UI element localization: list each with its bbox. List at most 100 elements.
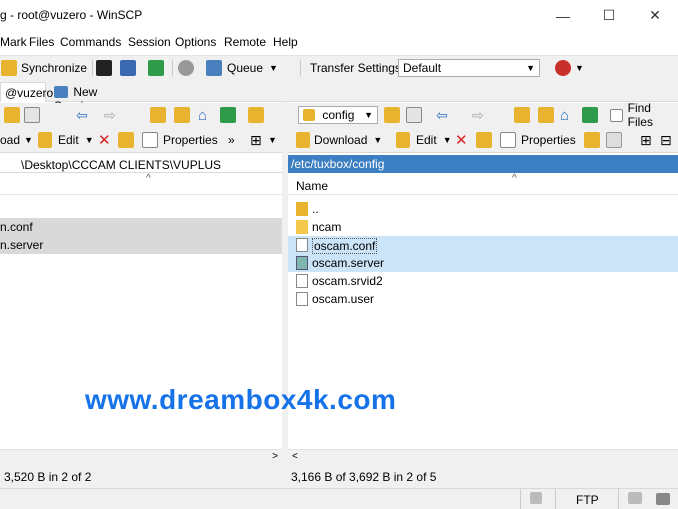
left-filter-button[interactable] xyxy=(24,106,40,124)
left-folder-button[interactable] xyxy=(4,106,20,124)
left-path-bar[interactable]: \Desktop\CCCAM CLIENTS\VUPLUS ZERO\oscam xyxy=(0,155,282,186)
left-download-button[interactable]: oad ▼ xyxy=(0,131,33,149)
rename-icon xyxy=(118,132,134,148)
left-back-button[interactable]: ⇦ xyxy=(76,106,88,124)
find-files-button[interactable]: Find Files xyxy=(610,101,678,129)
menu-help[interactable]: Help xyxy=(273,35,298,49)
synchronize-icon xyxy=(1,60,17,76)
transfer-settings-select[interactable]: Default ▼ xyxy=(398,59,540,77)
left-delete-button[interactable]: ✕ xyxy=(98,131,111,149)
console-button[interactable] xyxy=(96,59,112,77)
left-rename-button[interactable] xyxy=(118,131,134,149)
right-file-name: oscam.server xyxy=(312,256,385,270)
right-file-row[interactable]: oscam.conf xyxy=(288,236,678,254)
status-separator xyxy=(618,489,619,509)
left-properties-button[interactable]: Properties xyxy=(142,131,218,149)
title-bar: g - root@vuzero - WinSCP — ☐ ✕ xyxy=(0,0,678,31)
left-more-arrow[interactable]: ▼ xyxy=(268,131,277,149)
path-redacted xyxy=(3,157,21,169)
menu-options[interactable]: Options xyxy=(175,35,216,49)
left-edit-button[interactable]: Edit ▼ xyxy=(38,131,94,149)
chevron-down-icon: ▼ xyxy=(575,63,584,73)
left-tree-button[interactable] xyxy=(248,106,264,124)
right-filter-button[interactable] xyxy=(406,106,422,124)
transfer-options-button[interactable]: ▼ xyxy=(555,59,584,77)
left-file-row[interactable]: n.conf xyxy=(0,218,282,236)
bottom-status-bar: FTP xyxy=(0,488,678,509)
right-file-row[interactable]: oscam.server xyxy=(288,254,678,272)
left-file-toolbar: oad ▼ Edit ▼ ✕ Properties » ⊞ ▼ xyxy=(0,128,282,153)
right-parent-dir-button[interactable] xyxy=(514,106,530,124)
left-new-button[interactable]: ⊞ xyxy=(250,131,262,149)
right-file-row-parent[interactable]: .. xyxy=(288,200,678,218)
right-new-folder-button[interactable] xyxy=(584,131,600,149)
left-file-name: n.conf xyxy=(0,220,33,234)
left-parent-dir-button[interactable] xyxy=(150,106,166,124)
left-home-button[interactable]: ⌂ xyxy=(198,106,207,124)
parent-dir-icon xyxy=(296,202,308,216)
right-file-row[interactable]: oscam.srvid2 xyxy=(288,272,678,290)
right-unselect-button[interactable]: ⊟ xyxy=(660,131,672,149)
left-horizontal-scrollbar[interactable]: > xyxy=(0,449,282,466)
synchronize-label: Synchronize xyxy=(21,61,88,75)
minus-icon: ⊟ xyxy=(660,131,672,148)
left-forward-button[interactable]: ⇨ xyxy=(104,106,116,124)
maximize-button[interactable]: ☐ xyxy=(586,0,632,31)
left-column-header[interactable] xyxy=(0,173,282,195)
right-file-row[interactable]: ncam xyxy=(288,218,678,236)
right-horizontal-scrollbar[interactable]: < xyxy=(288,449,678,466)
left-more-button[interactable]: » xyxy=(228,131,235,149)
refresh-icon xyxy=(220,107,236,123)
network-icon xyxy=(628,492,642,504)
right-edit-label: Edit xyxy=(416,133,437,147)
right-home-button[interactable]: ⌂ xyxy=(560,106,569,124)
left-status-text: 3,520 B in 2 of 2 xyxy=(4,470,92,484)
menu-session[interactable]: Session xyxy=(128,35,171,49)
synchronize-button[interactable]: Synchronize xyxy=(1,59,87,77)
right-select-button[interactable]: ⊞ xyxy=(640,131,652,149)
menu-files[interactable]: Files xyxy=(29,35,54,49)
menu-commands[interactable]: Commands xyxy=(60,35,121,49)
right-folder-button[interactable] xyxy=(384,106,400,124)
right-dir-select[interactable]: config ▼ xyxy=(298,106,378,124)
menu-remote[interactable]: Remote xyxy=(224,35,266,49)
preferences-button[interactable] xyxy=(178,59,194,77)
putty-button[interactable] xyxy=(120,59,136,77)
right-properties-button[interactable]: Properties xyxy=(500,131,576,149)
right-delete-button[interactable]: ✕ xyxy=(455,131,468,149)
chevron-down-icon: ▼ xyxy=(268,135,277,145)
delete-icon: ✕ xyxy=(455,132,468,149)
transfer-options-icon xyxy=(555,60,571,76)
left-file-row[interactable]: n.server xyxy=(0,236,282,254)
right-nav-toolbar: config ▼ ⇦ ⇨ ⌂ Find Files xyxy=(288,101,678,129)
menu-mark[interactable]: Mark xyxy=(0,35,27,49)
right-edit-button[interactable]: Edit ▼ xyxy=(396,131,452,149)
right-forward-button[interactable]: ⇨ xyxy=(472,106,484,124)
chevron-down-icon: ▼ xyxy=(269,63,278,73)
left-root-dir-button[interactable] xyxy=(174,106,190,124)
right-rename-button[interactable] xyxy=(476,131,492,149)
scroll-right-icon[interactable]: > xyxy=(272,451,278,462)
right-file-row[interactable]: oscam.user xyxy=(288,290,678,308)
transfer-settings-value: Default xyxy=(403,61,442,75)
right-refresh-button[interactable] xyxy=(582,106,598,124)
right-path-bar[interactable]: /etc/tuxbox/config xyxy=(288,155,678,173)
queue-button[interactable]: Queue ▼ xyxy=(206,59,278,77)
right-back-button[interactable]: ⇦ xyxy=(436,106,448,124)
refresh-button[interactable] xyxy=(148,59,164,77)
left-file-name: n.server xyxy=(0,238,44,252)
find-files-label: Find Files xyxy=(627,101,653,129)
sort-up-icon: ^ xyxy=(512,173,517,184)
left-refresh-button[interactable] xyxy=(220,106,236,124)
parent-dir-icon xyxy=(150,107,166,123)
right-root-dir-button[interactable] xyxy=(538,106,554,124)
tab-session[interactable]: @vuzero xyxy=(0,82,53,102)
tab-new-session[interactable]: New Session xyxy=(50,82,146,113)
right-new-file-button[interactable] xyxy=(606,131,622,149)
right-download-button[interactable]: Download ▼ xyxy=(296,131,382,149)
close-button[interactable]: ✕ xyxy=(632,0,678,31)
tree-icon xyxy=(248,107,264,123)
minimize-button[interactable]: — xyxy=(540,0,586,31)
right-column-header-name[interactable]: Name xyxy=(288,173,678,195)
scroll-left-icon[interactable]: < xyxy=(292,451,298,462)
